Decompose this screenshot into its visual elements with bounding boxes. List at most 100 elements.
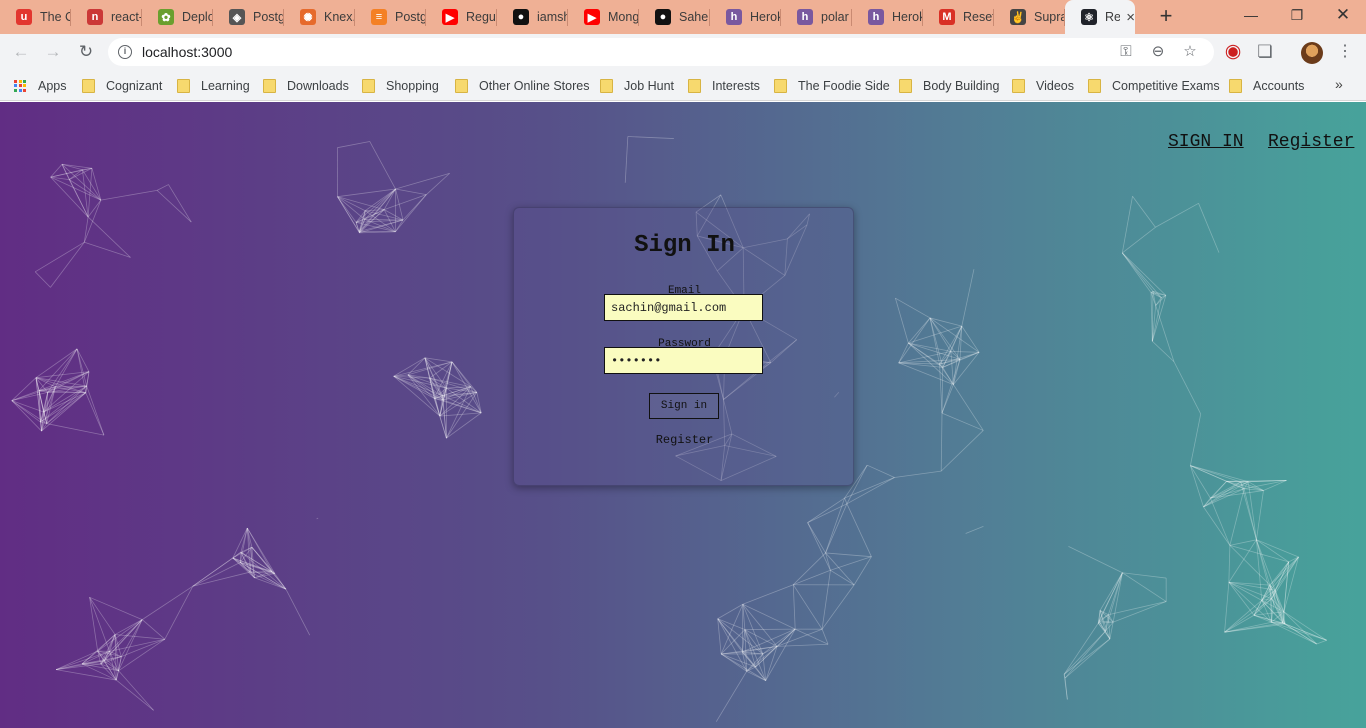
back-arrow-icon[interactable]: ← xyxy=(10,41,32,63)
browser-tab[interactable]: h polar xyxy=(781,0,852,34)
page-viewport: SIGN IN Register Sign In Email sachin@gm… xyxy=(0,102,1366,728)
bookmark-label: Competitive Exams xyxy=(1112,79,1220,93)
folder-icon xyxy=(177,79,190,93)
github-icon: ● xyxy=(655,9,671,25)
bookmark-item[interactable]: Body Building xyxy=(899,76,999,96)
folder-icon xyxy=(899,79,912,93)
bookmark-item[interactable]: Learning xyxy=(177,76,250,96)
bookmark-label: Cognizant xyxy=(106,79,163,93)
close-window-button[interactable]: ✕ xyxy=(1320,0,1366,30)
bookmarks-overflow-button[interactable]: » xyxy=(1335,76,1343,92)
bookmark-label: Other Online Stores xyxy=(479,79,590,93)
zoom-icon[interactable]: ⊖ xyxy=(1148,42,1168,62)
folder-icon xyxy=(1229,79,1242,93)
tab-title: Herok xyxy=(892,10,923,24)
tab-title: Mong xyxy=(608,10,639,24)
minimize-button[interactable]: — xyxy=(1228,0,1274,30)
folder-icon xyxy=(600,79,613,93)
bookmark-item[interactable]: Job Hunt xyxy=(600,76,674,96)
opera-icon[interactable]: ◉ xyxy=(1222,41,1244,63)
info-icon[interactable]: i xyxy=(118,45,132,59)
leaf-icon: ✿ xyxy=(158,9,174,25)
bookmark-label: Accounts xyxy=(1253,79,1305,93)
tab-title: Re xyxy=(1105,10,1121,24)
bookmark-item[interactable]: Other Online Stores xyxy=(455,76,589,96)
youtube-icon: ▶ xyxy=(442,9,458,25)
tab-title: Deplo xyxy=(182,10,213,24)
url-text[interactable]: localhost:3000 xyxy=(142,44,232,60)
nav-register-link[interactable]: Register xyxy=(1268,132,1354,152)
close-tab-icon[interactable]: × xyxy=(1126,9,1135,26)
bookmark-label: Downloads xyxy=(287,79,349,93)
browser-tab[interactable]: ● iamsh xyxy=(497,0,568,34)
tab-title: Postg xyxy=(253,10,284,24)
tab-title: react- xyxy=(111,10,142,24)
reload-icon[interactable]: ↻ xyxy=(75,41,97,63)
bookmark-item[interactable]: Cognizant xyxy=(82,76,162,96)
tab-title: Supra xyxy=(1034,10,1065,24)
tab-title: Herok xyxy=(750,10,781,24)
bookmark-item[interactable]: Videos xyxy=(1012,76,1074,96)
folder-icon xyxy=(1088,79,1101,93)
tab-title: Regul xyxy=(466,10,497,24)
heroku-icon: h xyxy=(726,9,742,25)
address-bar[interactable]: i localhost:3000 ⚿ ⊖ ☆ xyxy=(108,38,1214,66)
profile-avatar[interactable] xyxy=(1301,42,1323,64)
bookmark-label: Shopping xyxy=(386,79,439,93)
tab-title: iamsh xyxy=(537,10,568,24)
browser-tab[interactable]: h Herok xyxy=(852,0,923,34)
menu-dots-icon[interactable]: ⋮ xyxy=(1334,41,1356,63)
folder-icon xyxy=(455,79,468,93)
bookmark-item[interactable]: Apps xyxy=(14,76,67,96)
browser-tab[interactable]: ● Saheb xyxy=(639,0,710,34)
bookmarks-bar: Apps Cognizant Learning Downloads Shopping Ot… xyxy=(0,70,1366,101)
nav-signin-link[interactable]: SIGN IN xyxy=(1168,132,1244,152)
browser-tab[interactable]: ✺ Knex. xyxy=(284,0,355,34)
react-icon: ⚛ xyxy=(1081,9,1097,25)
postgres-icon: ◈ xyxy=(229,9,245,25)
browser-tab[interactable]: u The C xyxy=(0,0,71,34)
bookmark-item[interactable]: Competitive Exams xyxy=(1088,76,1220,96)
star-icon[interactable]: ☆ xyxy=(1180,42,1200,62)
folder-icon xyxy=(688,79,701,93)
tab-strip: u The C n react- ✿ Deplo ◈ Postg ✺ Knex. ≡ Postg ▶ Re… xyxy=(0,0,1366,34)
browser-tab[interactable]: n react- xyxy=(71,0,142,34)
bookmark-item[interactable]: Accounts xyxy=(1229,76,1304,96)
youtube-icon: ▶ xyxy=(584,9,600,25)
extension-icon[interactable]: ❏ xyxy=(1254,41,1276,63)
register-link[interactable]: Register xyxy=(514,433,855,447)
bookmark-label: The Foodie Side xyxy=(798,79,890,93)
bookmark-item[interactable]: Interests xyxy=(688,76,760,96)
apps-icon xyxy=(14,79,27,93)
bookmark-item[interactable]: Shopping xyxy=(362,76,439,96)
stackoverflow-icon: ≡ xyxy=(371,9,387,25)
browser-tab[interactable]: ≡ Postg xyxy=(355,0,426,34)
new-tab-button[interactable]: + xyxy=(1154,5,1178,29)
key-icon[interactable]: ⚿ xyxy=(1116,42,1136,62)
browser-tab[interactable]: ✿ Deplo xyxy=(142,0,213,34)
password-value: ••••••• xyxy=(611,353,662,368)
heroku-icon: h xyxy=(868,9,884,25)
email-field[interactable]: sachin@gmail.com xyxy=(604,294,763,321)
gmail-icon: M xyxy=(939,9,955,25)
restore-button[interactable]: ❐ xyxy=(1274,0,1320,30)
browser-tab[interactable]: h Herok xyxy=(710,0,781,34)
email-value: sachin@gmail.com xyxy=(611,300,727,315)
folder-icon xyxy=(82,79,95,93)
signin-button[interactable]: Sign in xyxy=(649,393,719,419)
password-field[interactable]: ••••••• xyxy=(604,347,763,374)
browser-tab[interactable]: M Reset xyxy=(923,0,994,34)
bookmark-item[interactable]: The Foodie Side xyxy=(774,76,890,96)
browser-tab[interactable]: ✌ Supra xyxy=(994,0,1065,34)
browser-tab[interactable]: ▶ Mong xyxy=(568,0,639,34)
browser-tab[interactable]: ⚛ Re × xyxy=(1065,0,1135,34)
bookmark-label: Body Building xyxy=(923,79,1000,93)
folder-icon xyxy=(774,79,787,93)
bookmark-item[interactable]: Downloads xyxy=(263,76,349,96)
browser-toolbar: ← → ↻ i localhost:3000 ⚿ ⊖ ☆ ◉ ❏ ⋮ xyxy=(0,34,1366,70)
browser-tab[interactable]: ◈ Postg xyxy=(213,0,284,34)
bookmark-label: Interests xyxy=(712,79,760,93)
browser-tab[interactable]: ▶ Regul xyxy=(426,0,497,34)
github-icon: ● xyxy=(513,9,529,25)
forward-arrow-icon[interactable]: → xyxy=(42,41,64,63)
